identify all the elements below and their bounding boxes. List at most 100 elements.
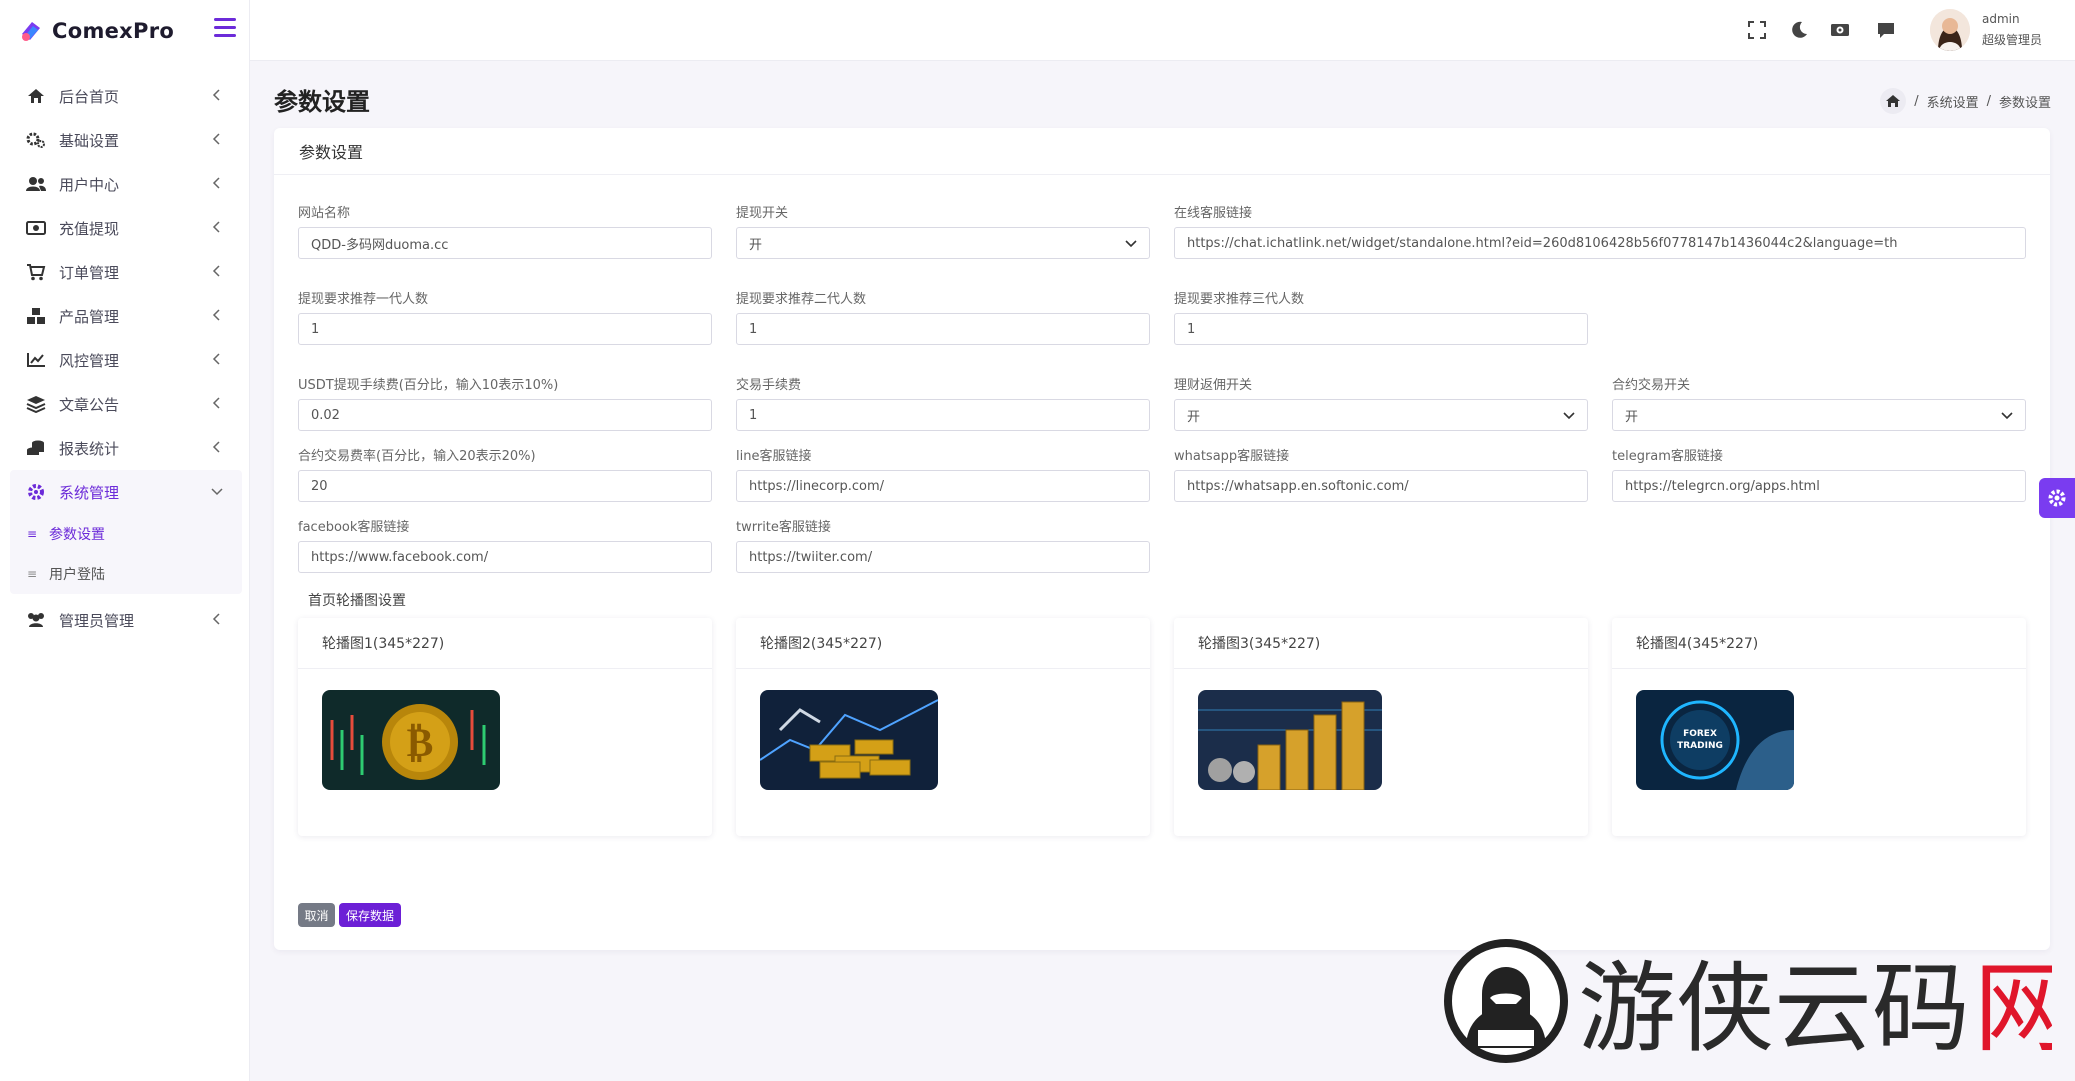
withdraw-switch-select[interactable]: 开 [736, 227, 1150, 259]
field-label: line客服链接 [736, 449, 812, 464]
field-label: 网站名称 [298, 206, 351, 221]
app-name: ComexPro [52, 19, 175, 43]
chevron-left-icon [212, 613, 220, 625]
cancel-button[interactable]: 取消 [298, 903, 335, 927]
twitter-link-input[interactable]: https://twiiter.com/ [736, 541, 1150, 573]
app-logo[interactable]: ComexPro [18, 14, 174, 48]
breadcrumb: / 系统设置 / 参数设置 [1880, 88, 2051, 114]
service-link-input[interactable]: https://chat.ichatlink.net/widget/standa… [1174, 227, 2026, 259]
breadcrumb-item: 参数设置 [1998, 95, 2051, 111]
trade-fee-input[interactable]: 1 [736, 399, 1150, 431]
money-icon[interactable] [1830, 20, 1850, 40]
whatsapp-link-input[interactable]: https://whatsapp.en.softonic.com/ [1174, 470, 1588, 502]
sidebar-item-home[interactable]: 后台首页 [10, 74, 242, 118]
watermark-text: 游侠云码 [1578, 952, 1970, 1064]
banner-title: 轮播图4(345*227) [1612, 618, 2026, 669]
sidebar-item-orders[interactable]: 订单管理 [10, 250, 242, 294]
sidebar-item-reports[interactable]: 报表统计 [10, 426, 242, 470]
banner-card-1: 轮播图1(345*227) ₿ [298, 618, 712, 836]
req-gen3-input[interactable]: 1 [1174, 313, 1588, 345]
sidebar-item-label: 风控管理 [59, 351, 120, 370]
watermark: 游侠云码 网 [1442, 938, 2072, 1066]
select-value: 开 [749, 237, 763, 253]
sidebar-subitem-params[interactable]: ≡ 参数设置 [10, 514, 242, 554]
dark-mode-icon[interactable] [1789, 20, 1809, 40]
contract-switch-select[interactable]: 开 [1612, 399, 2026, 431]
sidebar-item-label: 报表统计 [59, 439, 120, 458]
field-req-gen2: 提现要求推荐二代人数 1 [736, 288, 1150, 345]
cubes-icon [25, 305, 47, 327]
sidebar-item-admin[interactable]: 管理员管理 [10, 598, 242, 642]
finance-rebate-select[interactable]: 开 [1174, 399, 1588, 431]
field-facebook-link: facebook客服链接 https://www.facebook.com/ [298, 516, 712, 573]
sidebar-item-label: 后台首页 [59, 87, 120, 106]
chevron-down-icon [2001, 412, 2013, 420]
chevron-left-icon [212, 221, 220, 233]
line-link-input[interactable]: https://linecorp.com/ [736, 470, 1150, 502]
field-label: 提现要求推荐三代人数 [1174, 292, 1305, 307]
chevron-down-icon [1563, 412, 1575, 420]
req-gen2-input[interactable]: 1 [736, 313, 1150, 345]
sidebar-item-basic-settings[interactable]: 基础设置 [10, 118, 242, 162]
users-cog-icon [25, 609, 47, 631]
facebook-link-input[interactable]: https://www.facebook.com/ [298, 541, 712, 573]
sidebar-item-label: 订单管理 [59, 263, 120, 282]
field-req-gen3: 提现要求推荐三代人数 1 [1174, 288, 1588, 345]
sidebar-item-user-center[interactable]: 用户中心 [10, 162, 242, 206]
avatar[interactable] [1930, 9, 1970, 51]
banner-image-coins[interactable] [1198, 690, 1382, 790]
page-title: 参数设置 [274, 88, 370, 116]
select-value: 开 [1625, 409, 1639, 425]
field-label: twrrite客服链接 [736, 520, 831, 535]
banner-image-bitcoin[interactable]: ₿ [322, 690, 500, 790]
settings-card: 参数设置 网站名称 QDD-多码网duoma.cc 提现开关 开 在线客服链接 … [274, 128, 2050, 950]
chevron-left-icon [212, 133, 220, 145]
field-req-gen1: 提现要求推荐一代人数 1 [298, 288, 712, 345]
sidebar-item-articles[interactable]: 文章公告 [10, 382, 242, 426]
gears-icon [25, 129, 47, 151]
field-label: 理财返佣开关 [1174, 378, 1253, 393]
sidebar-item-system[interactable]: 系统管理 [10, 470, 242, 514]
chart-line-icon [25, 349, 47, 371]
chevron-down-icon [211, 488, 223, 496]
field-withdraw-switch: 提现开关 开 [736, 202, 1150, 259]
usdt-fee-input[interactable]: 0.02 [298, 399, 712, 431]
sidebar-subitem-user-login[interactable]: ≡ 用户登陆 [10, 554, 242, 594]
field-label: facebook客服链接 [298, 520, 410, 535]
field-label: telegram客服链接 [1612, 449, 1723, 464]
sidebar-item-label: 管理员管理 [59, 611, 135, 630]
banner-image-gold-bars[interactable] [760, 690, 938, 790]
sidebar-nav: 后台首页 基础设置 用户中心 充值提现 订单管理 产品管理 风控管理 文章公告 … [10, 74, 242, 642]
field-label: 提现要求推荐一代人数 [298, 292, 429, 307]
banner-image-forex[interactable]: FOREX TRADING [1636, 690, 1794, 790]
chevron-left-icon [212, 397, 220, 409]
sidebar-item-risk-control[interactable]: 风控管理 [10, 338, 242, 382]
coins-icon [25, 437, 47, 459]
banner-card-4: 轮播图4(345*227) FOREX TRADING [1612, 618, 2026, 836]
sidebar-item-recharge-withdraw[interactable]: 充值提现 [10, 206, 242, 250]
sidebar-item-products[interactable]: 产品管理 [10, 294, 242, 338]
chevron-down-icon [1125, 240, 1137, 248]
field-line-link: line客服链接 https://linecorp.com/ [736, 445, 1150, 502]
users-icon [25, 173, 47, 195]
banner-title: 轮播图2(345*227) [736, 618, 1150, 669]
site-name-input[interactable]: QDD-多码网duoma.cc [298, 227, 712, 259]
breadcrumb-item[interactable]: 系统设置 [1927, 92, 1979, 111]
banner-card-2: 轮播图2(345*227) [736, 618, 1150, 836]
field-label: 在线客服链接 [1174, 206, 1253, 221]
chat-icon[interactable] [1876, 20, 1896, 40]
theme-settings-button[interactable] [2039, 478, 2075, 518]
field-label: 交易手续费 [736, 378, 802, 393]
contract-rate-input[interactable]: 20 [298, 470, 712, 502]
chevron-left-icon [212, 265, 220, 277]
field-service-link: 在线客服链接 https://chat.ichatlink.net/widget… [1174, 202, 2026, 259]
menu-toggle-icon[interactable] [214, 18, 236, 38]
save-button[interactable]: 保存数据 [339, 903, 401, 927]
req-gen1-input[interactable]: 1 [298, 313, 712, 345]
field-contract-rate: 合约交易费率(百分比，输入20表示20%) 20 [298, 445, 712, 502]
telegram-link-input[interactable]: https://telegrcn.org/apps.html [1612, 470, 2026, 502]
fullscreen-icon[interactable] [1747, 20, 1767, 40]
field-trade-fee: 交易手续费 1 [736, 374, 1150, 431]
list-icon: ≡ [27, 567, 38, 581]
breadcrumb-home-icon[interactable] [1880, 88, 1907, 114]
